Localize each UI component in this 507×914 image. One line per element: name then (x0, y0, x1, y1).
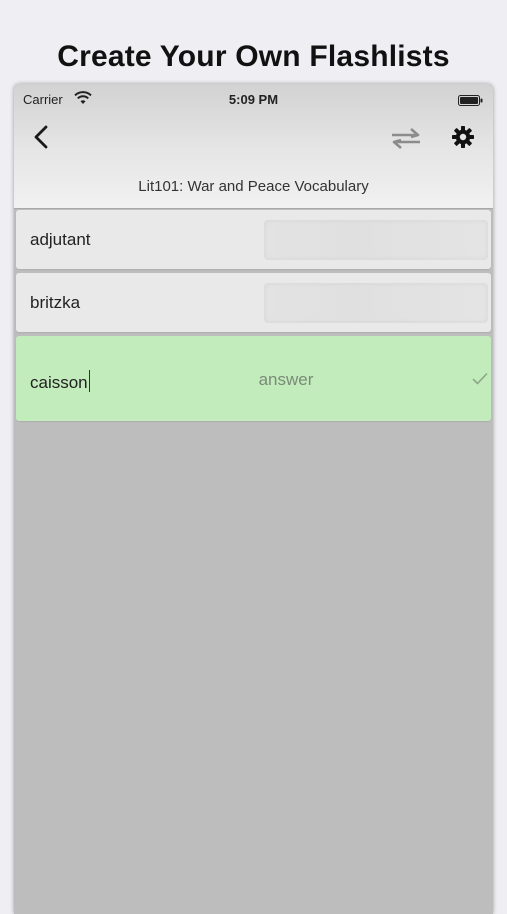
hidden-answer[interactable] (264, 220, 488, 260)
answer-input[interactable] (206, 370, 366, 390)
flashcard-list: adjutant britzka caisson (16, 210, 491, 425)
top-bar: Carrier 5:09 PM Lit101: War and Peace Vo… (14, 84, 493, 209)
card-term[interactable]: britzka (30, 293, 80, 313)
term-input[interactable]: caisson (30, 370, 90, 393)
flashcard-row[interactable]: adjutant (16, 210, 491, 269)
hidden-answer[interactable] (264, 283, 488, 323)
status-time: 5:09 PM (228, 92, 279, 107)
battery-icon (458, 93, 483, 106)
phone-screen: Carrier 5:09 PM Lit101: War and Peace Vo… (14, 84, 493, 914)
active-flashcard-row[interactable]: caisson (16, 336, 491, 421)
chevron-left-icon (33, 124, 49, 155)
checkmark-icon[interactable] (472, 372, 488, 386)
status-bar: Carrier 5:09 PM (14, 84, 493, 114)
text-cursor (88, 370, 90, 392)
term-text: caisson (30, 373, 88, 392)
flashcard-row[interactable]: britzka (16, 273, 491, 332)
settings-button[interactable] (448, 124, 478, 154)
back-button[interactable] (26, 124, 56, 154)
page-headline: Create Your Own Flashlists (57, 40, 450, 73)
card-term[interactable]: adjutant (30, 230, 91, 250)
list-title: Lit101: War and Peace Vocabulary (138, 178, 369, 195)
swap-button[interactable] (388, 126, 424, 154)
gear-icon (451, 125, 475, 154)
swap-arrows-icon (389, 126, 423, 155)
navigation-bar (14, 114, 493, 164)
